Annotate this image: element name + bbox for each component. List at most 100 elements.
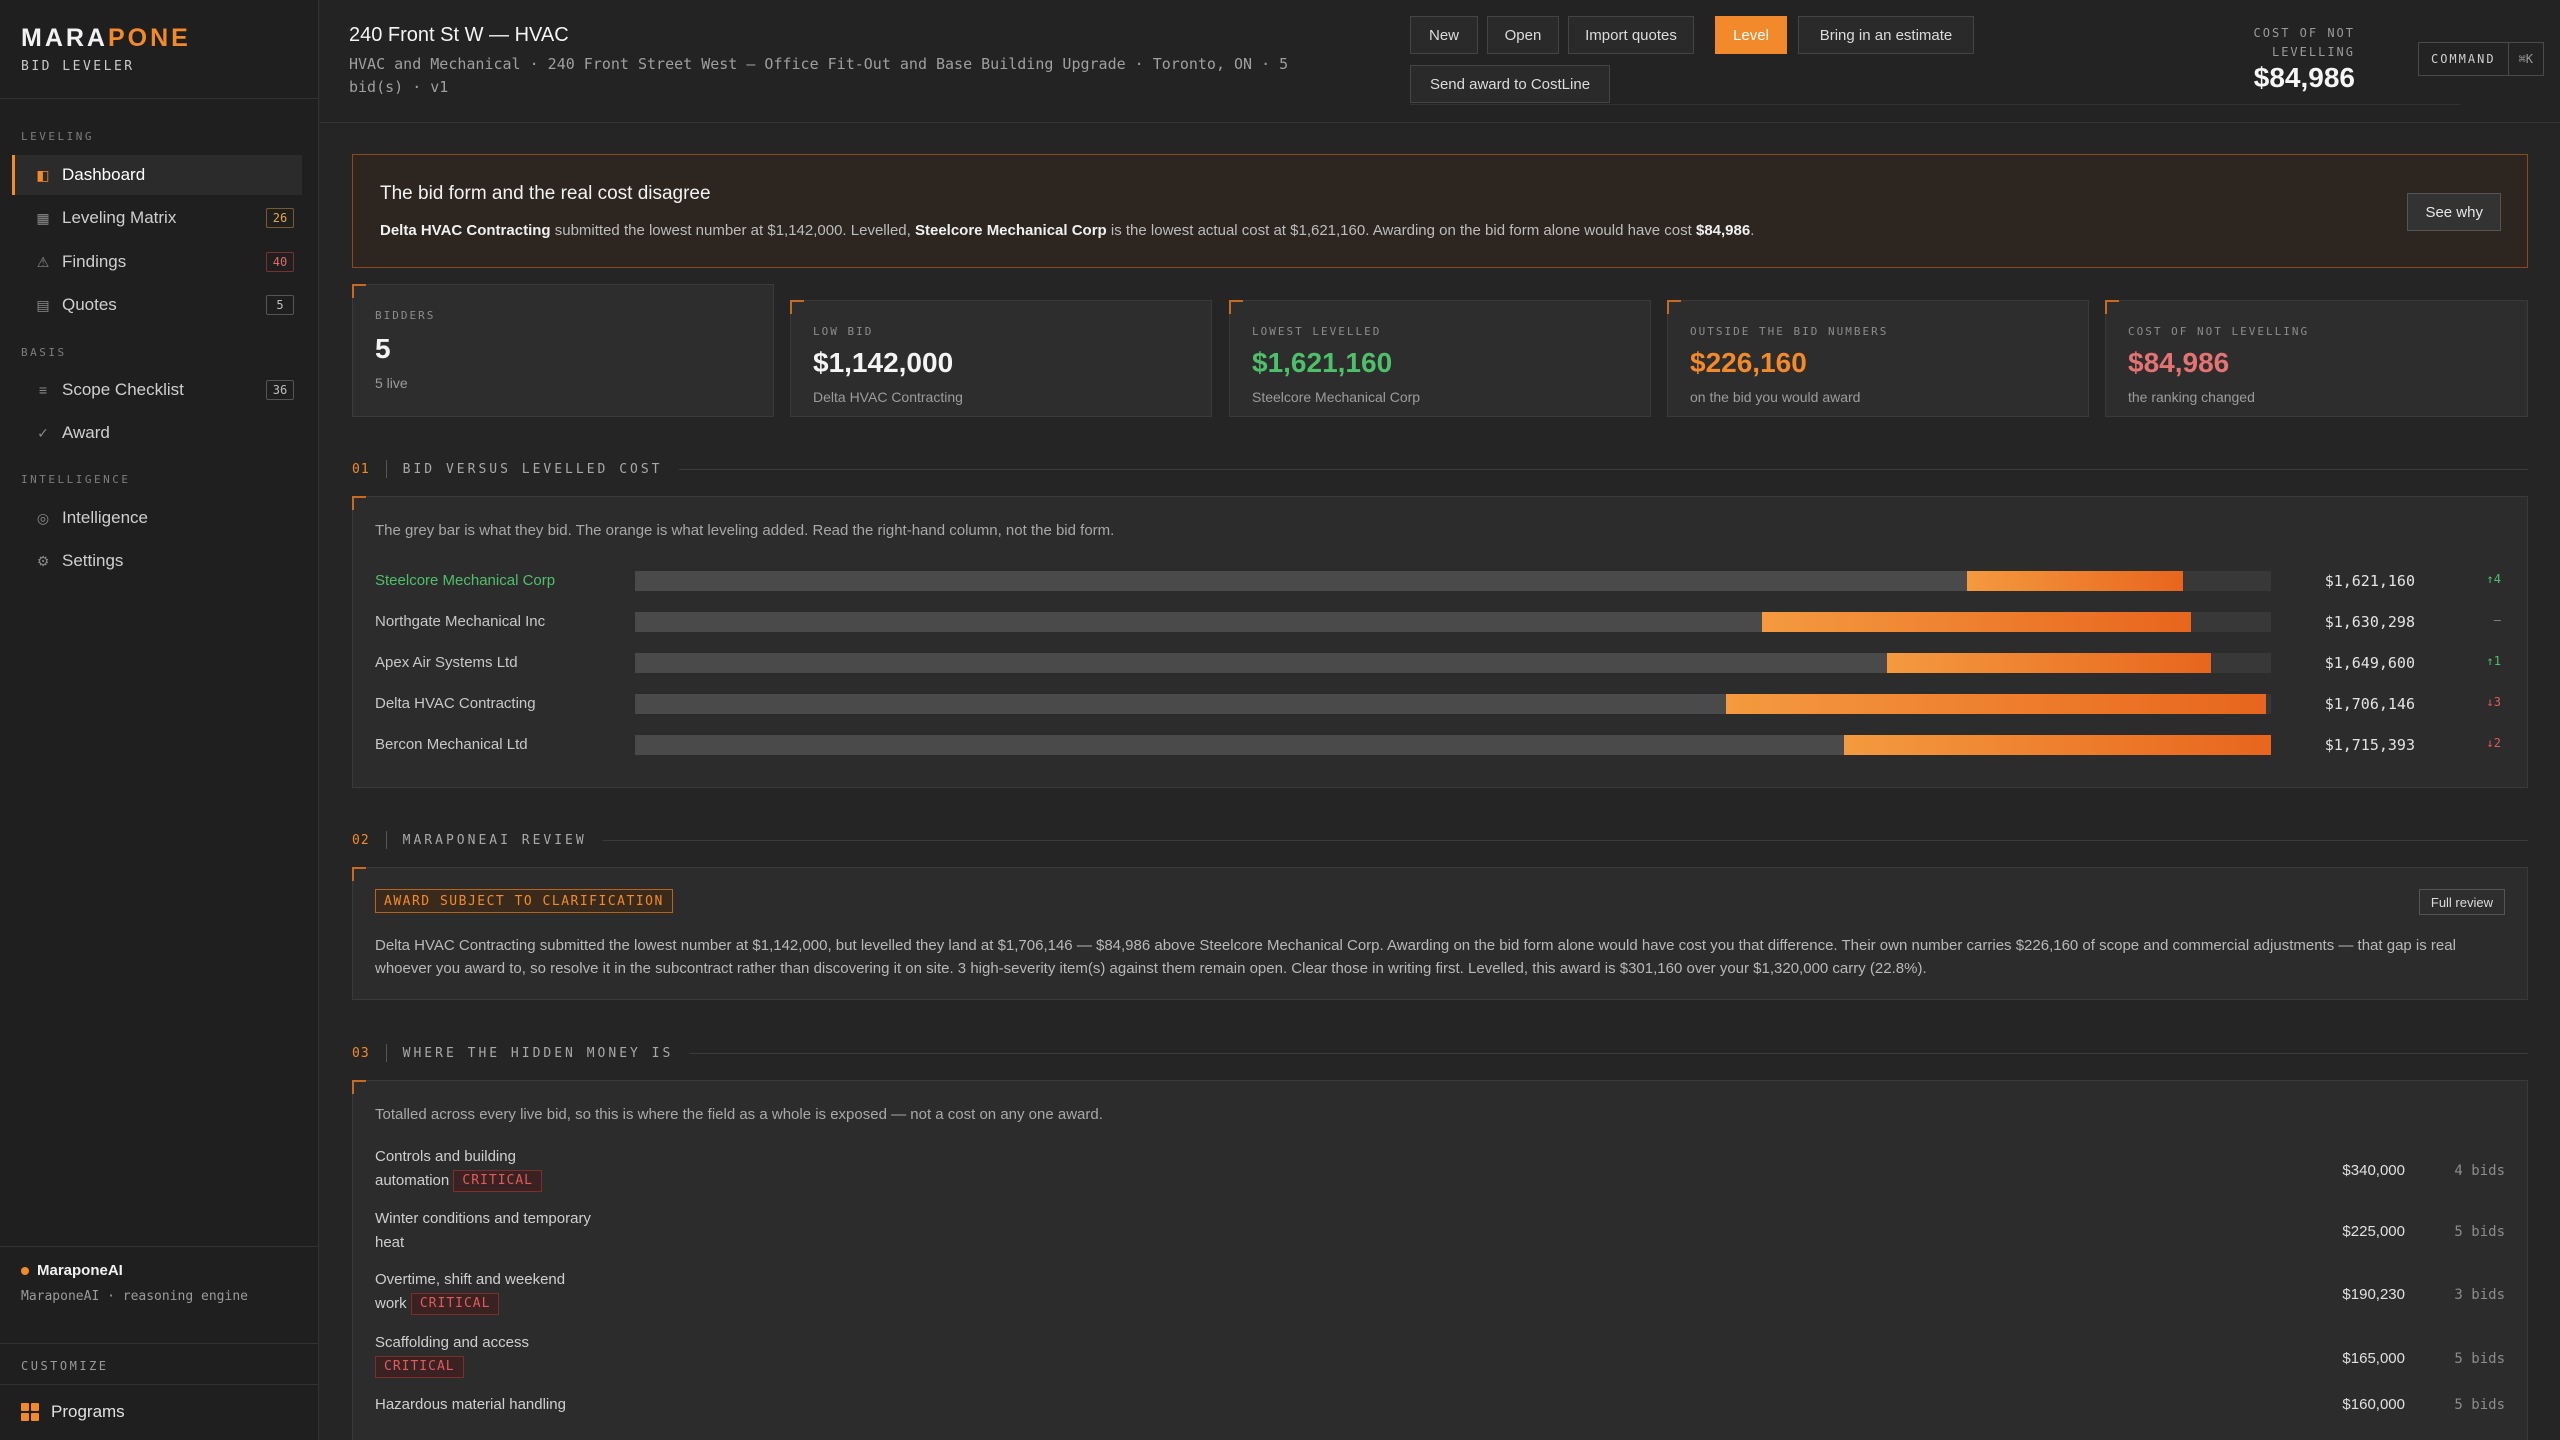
- award-status-badge: AWARD SUBJECT TO CLARIFICATION: [375, 889, 673, 913]
- hidden-money-note: Totalled across every live bid, so this …: [375, 1106, 1103, 1123]
- sidebar-item-settings[interactable]: ⚙ Settings: [12, 541, 302, 581]
- open-button[interactable]: Open: [1487, 16, 1559, 54]
- bar-label: Northgate Mechanical Inc: [375, 613, 546, 630]
- list-item[interactable]: Hazardous material handling $160,000 5 b…: [375, 1393, 2505, 1423]
- levelled-value: $1,715,393: [2324, 736, 2415, 754]
- matrix-count-badge: 26: [266, 208, 294, 228]
- sidebar-item-scope-checklist[interactable]: ≡ Scope Checklist 36: [12, 370, 302, 410]
- bar-track: [635, 694, 2271, 714]
- card-sub: on the bid you would award: [1690, 389, 1861, 405]
- bar-row[interactable]: Northgate Mechanical Inc $1,630,298 —: [375, 610, 2505, 634]
- disagreement-alert: The bid form and the real cost disagree …: [352, 154, 2528, 268]
- bid-count: 3 bids: [2454, 1287, 2505, 1303]
- new-button[interactable]: New: [1410, 16, 1478, 54]
- levelled-value: $1,649,600: [2324, 654, 2415, 672]
- rank-change: ↓2: [2486, 736, 2501, 750]
- critical-badge: CRITICAL: [375, 1356, 464, 1379]
- bar-row[interactable]: Steelcore Mechanical Corp $1,621,160 ↑4: [375, 569, 2505, 593]
- sidebar-item-leveling-matrix[interactable]: ▦ Leveling Matrix 26: [12, 198, 302, 238]
- stat-card-cost-of-not-levelling: COST OF NOT LEVELLING $84,986 the rankin…: [2105, 300, 2528, 417]
- card-value: $1,621,160: [1252, 347, 1393, 378]
- sidebar-item-quotes[interactable]: ▤ Quotes 5: [12, 285, 302, 325]
- card-sub: 5 live: [375, 375, 408, 391]
- command-palette-button[interactable]: COMMAND ⌘K: [2417, 42, 2544, 76]
- sidebar-item-award[interactable]: ✓ Award: [12, 413, 302, 453]
- import-quotes-button[interactable]: Import quotes: [1568, 16, 1694, 54]
- sidebar-divider: [0, 1246, 319, 1247]
- list-item[interactable]: Overtime, shift and weekend work CRITICAL…: [375, 1268, 2505, 1324]
- hidden-money-panel: Totalled across every live bid, so this …: [352, 1080, 2528, 1440]
- card-sub: the ranking changed: [2128, 389, 2255, 405]
- bid-vs-levelled-chart: The grey bar is what they bid. The orang…: [352, 496, 2528, 788]
- customize-label: CUSTOMIZE: [21, 1359, 109, 1373]
- list-item[interactable]: Winter conditions and temporary heat $225…: [375, 1207, 2505, 1257]
- programs-button[interactable]: Programs: [21, 1402, 125, 1422]
- sidebar-item-dashboard[interactable]: ◧ Dashboard: [12, 155, 302, 195]
- bar-label: Delta HVAC Contracting: [375, 695, 536, 712]
- document-icon: ▤: [36, 296, 50, 313]
- bar-track: [635, 571, 2271, 591]
- list-item[interactable]: Scaffolding and access CRITICAL $165,000 …: [375, 1331, 2505, 1387]
- see-why-button[interactable]: See why: [2407, 193, 2501, 231]
- bid-count: 5 bids: [2454, 1351, 2505, 1367]
- stat-card-outside-bid: OUTSIDE THE BID NUMBERS $226,160 on the …: [1667, 300, 2089, 417]
- matrix-icon: ▦: [36, 209, 50, 226]
- sidebar-divider: [0, 1384, 319, 1385]
- level-button[interactable]: Level: [1715, 16, 1787, 54]
- ai-review-panel: AWARD SUBJECT TO CLARIFICATION Full revi…: [352, 867, 2528, 1000]
- levelled-value: $1,630,298: [2324, 613, 2415, 631]
- bid-bar: [635, 735, 1844, 755]
- card-value: $1,142,000: [813, 347, 954, 378]
- gear-icon: ⚙: [36, 552, 50, 569]
- section-header-ai-review: 02 MARAPONEAI REVIEW: [352, 830, 2528, 850]
- levelled-value: $1,706,146: [2324, 695, 2415, 713]
- sidebar-divider: [0, 98, 319, 99]
- sidebar-item-intelligence[interactable]: ◎ Intelligence: [12, 498, 302, 538]
- hidden-amount: $340,000: [2342, 1162, 2405, 1179]
- bid-bar: [635, 694, 1726, 714]
- card-sub: Delta HVAC Contracting: [813, 389, 963, 405]
- ai-engine-status: MaraponeAI MaraponeAI · reasoning engine: [21, 1262, 248, 1304]
- card-label: COST OF NOT LEVELLING: [2128, 325, 2310, 338]
- project-subtitle: HVAC and Mechanical · 240 Front Street W…: [349, 55, 1289, 96]
- bar-row[interactable]: Apex Air Systems Ltd $1,649,600 ↑1: [375, 651, 2505, 675]
- ai-title: MaraponeAI: [21, 1262, 248, 1279]
- bar-row[interactable]: Delta HVAC Contracting $1,706,146 ↓3: [375, 692, 2505, 716]
- bid-count: 4 bids: [2454, 1163, 2505, 1179]
- card-value: 5: [375, 333, 391, 364]
- bar-row[interactable]: Bercon Mechanical Ltd $1,715,393 ↓2: [375, 733, 2505, 757]
- section-header-hidden-money: 03 WHERE THE HIDDEN MONEY IS: [352, 1043, 2528, 1063]
- list-icon: ≡: [38, 382, 48, 398]
- bar-label: Bercon Mechanical Ltd: [375, 736, 528, 753]
- sidebar-item-findings[interactable]: ⚠ Findings 40: [12, 242, 302, 282]
- full-review-button[interactable]: Full review: [2418, 889, 2505, 915]
- critical-badge: CRITICAL: [453, 1170, 543, 1193]
- keyboard-shortcut: ⌘K: [2507, 43, 2543, 75]
- circle-icon: ◎: [36, 509, 50, 526]
- hidden-amount: $190,230: [2342, 1286, 2405, 1303]
- bring-in-estimate-button[interactable]: Bring in an estimate: [1798, 16, 1974, 54]
- hidden-amount: $225,000: [2342, 1223, 2405, 1240]
- scope-count-badge: 36: [266, 380, 294, 400]
- hidden-amount: $160,000: [2342, 1396, 2405, 1413]
- list-item[interactable]: Controls and building automation CRITICAL…: [375, 1145, 2505, 1201]
- rank-change: —: [2493, 613, 2501, 627]
- bar-track: [635, 653, 2271, 673]
- leveling-added-bar: [1844, 735, 2271, 755]
- cost-of-not-levelling-label: COST OF NOT LEVELLING: [2253, 26, 2355, 59]
- send-award-button[interactable]: Send award to CostLine: [1410, 65, 1610, 103]
- rank-change: ↑4: [2486, 572, 2501, 586]
- alert-body: Delta HVAC Contracting submitted the low…: [380, 222, 1755, 239]
- card-label: LOWEST LEVELLED: [1252, 325, 1382, 338]
- bid-bar: [635, 571, 1967, 591]
- review-text: Delta HVAC Contracting submitted the low…: [375, 937, 2456, 977]
- bid-count: 5 bids: [2454, 1397, 2505, 1413]
- bar-label: Apex Air Systems Ltd: [375, 654, 518, 671]
- dashboard-icon: ◧: [36, 166, 50, 183]
- bid-bar: [635, 612, 1762, 632]
- brand-logo[interactable]: MARAPONE: [21, 24, 191, 53]
- header-divider: [1410, 104, 2460, 105]
- rank-change: ↑1: [2486, 654, 2501, 668]
- leveling-added-bar: [1967, 571, 2183, 591]
- findings-count-badge: 40: [266, 252, 294, 272]
